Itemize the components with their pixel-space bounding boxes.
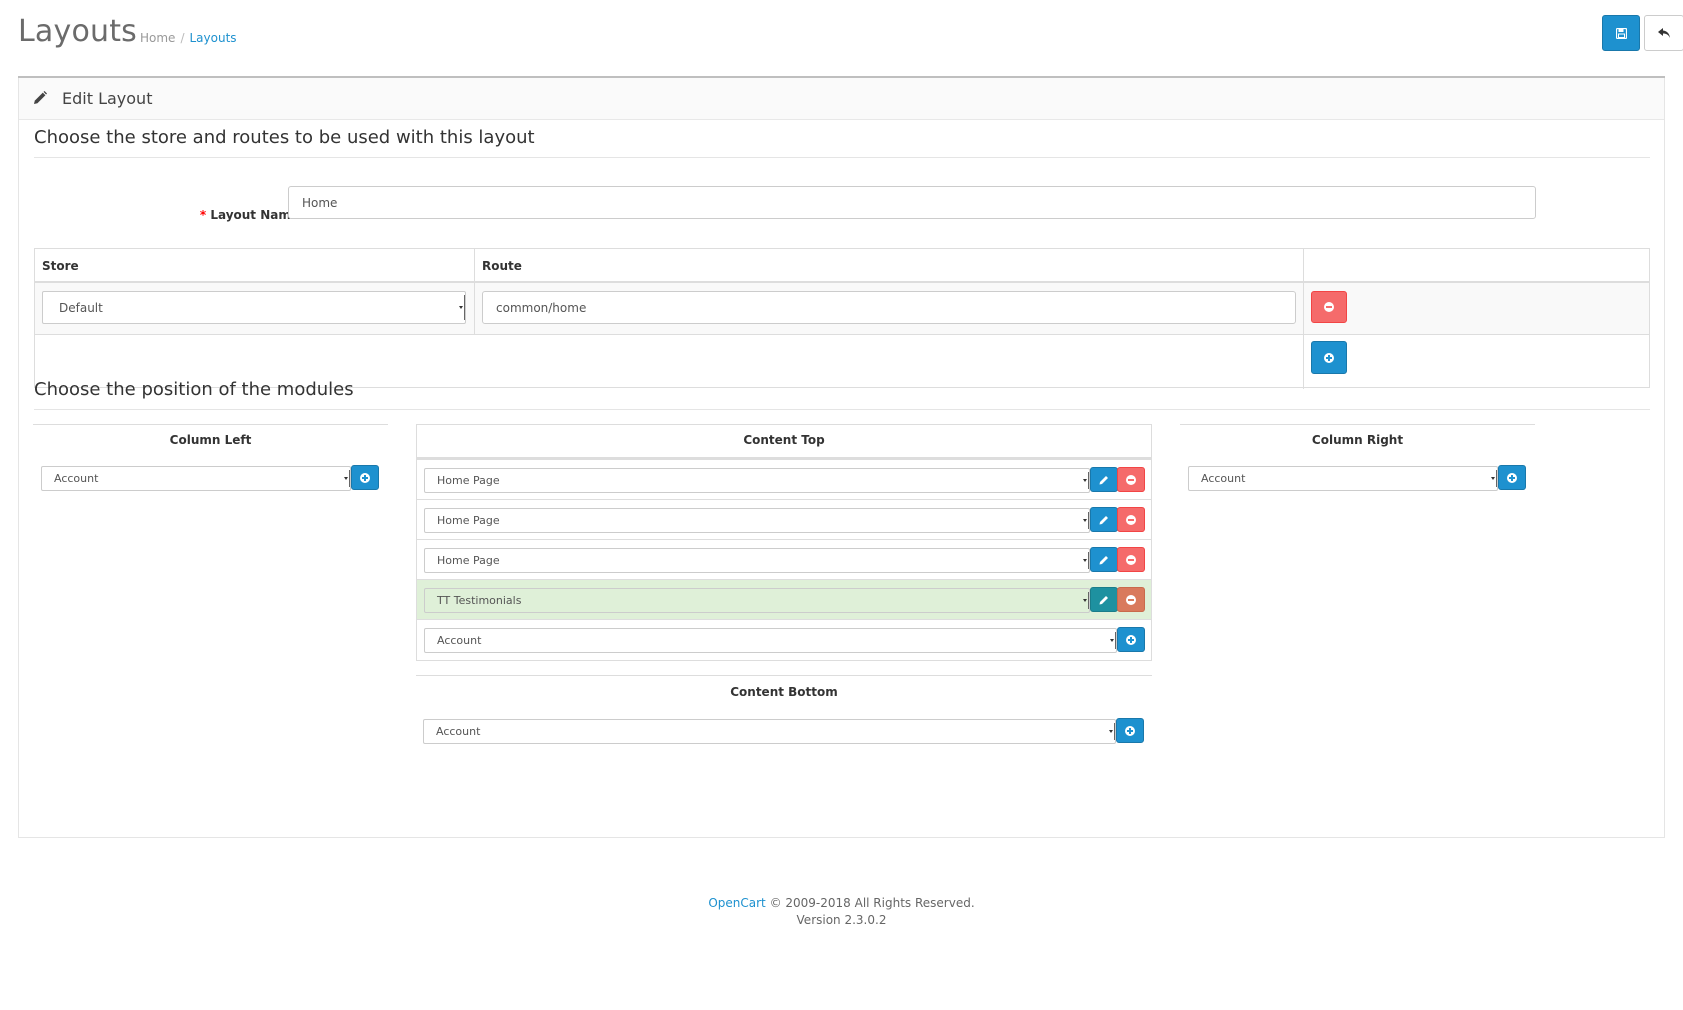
store-column-header: Store [42, 259, 79, 273]
remove-route-button[interactable] [1311, 291, 1347, 323]
column-left: Column Left Account [33, 424, 388, 494]
layout-name-input[interactable]: Home [288, 186, 1536, 219]
version-text: Version 2.3.0.2 [796, 913, 887, 927]
chevron-down-icon [1082, 472, 1089, 489]
minus-circle-icon [1126, 514, 1136, 525]
chevron-down-icon [1108, 723, 1115, 740]
content-top-module-row: Home Page [417, 459, 1151, 499]
route-table: Store Route Default common/home [34, 248, 1650, 389]
modules-section-title: Choose the position of the modules [34, 379, 1650, 410]
column-right: Column Right Account [1180, 424, 1535, 494]
remove-module-button[interactable] [1117, 507, 1145, 532]
plus-circle-icon [1507, 472, 1517, 483]
footer: OpenCart © 2009-2018 All Rights Reserved… [0, 895, 1683, 929]
add-route-button[interactable] [1311, 341, 1347, 374]
minus-circle-icon [1126, 554, 1136, 565]
remove-module-button[interactable] [1117, 467, 1145, 492]
content-top-module-select[interactable]: Home Page [424, 468, 1090, 493]
content-bottom-title: Content Bottom [730, 685, 838, 699]
content-top-module-select[interactable]: Home Page [424, 508, 1090, 533]
content-top-module-row-highlighted: TT Testimonials [417, 579, 1151, 619]
column-right-module-select[interactable]: Account [1188, 466, 1498, 491]
minus-circle-icon [1126, 594, 1136, 605]
chevron-down-icon [343, 470, 350, 487]
panel-heading: Edit Layout [19, 78, 1664, 120]
chevron-down-icon [1082, 512, 1089, 529]
column-left-module-select[interactable]: Account [41, 466, 351, 491]
column-left-add-button[interactable] [351, 465, 379, 490]
pencil-icon [1099, 595, 1108, 604]
chevron-down-icon [1490, 470, 1497, 487]
content-top-add-select[interactable]: Account [424, 628, 1117, 653]
plus-circle-icon [1125, 725, 1135, 736]
content-top-module-select[interactable]: TT Testimonials [424, 588, 1090, 613]
content-top-module-row: Home Page [417, 539, 1151, 579]
save-icon [1615, 27, 1627, 39]
page-header: Layouts Home / Layouts [18, 0, 1683, 78]
content-bottom-module-select[interactable]: Account [423, 719, 1116, 744]
minus-circle-icon [1126, 474, 1136, 485]
breadcrumb-home[interactable]: Home [140, 31, 175, 45]
table-row: Default common/home [35, 283, 1649, 335]
store-select[interactable]: Default [42, 291, 466, 324]
minus-circle-icon [1324, 302, 1334, 312]
content-top-add-button[interactable] [1117, 627, 1145, 652]
pencil-icon [1099, 555, 1108, 564]
breadcrumb: Home / Layouts [140, 31, 237, 45]
content-top-title: Content Top [743, 433, 825, 447]
edit-module-button[interactable] [1090, 547, 1118, 572]
chevron-down-icon [1082, 592, 1089, 609]
plus-circle-icon [1324, 352, 1334, 363]
pencil-icon [34, 91, 47, 104]
back-button[interactable] [1644, 15, 1683, 51]
chevron-down-icon [1082, 552, 1089, 569]
layout-name-label: * Layout Name [199, 208, 299, 222]
route-input[interactable]: common/home [482, 291, 1296, 324]
route-column-header: Route [482, 259, 522, 273]
page-title: Layouts [18, 14, 138, 49]
opencart-link[interactable]: OpenCart [708, 896, 765, 910]
edit-module-button[interactable] [1090, 467, 1118, 492]
column-left-title: Column Left [169, 433, 252, 447]
column-right-add-button[interactable] [1498, 465, 1526, 490]
chevron-down-icon [458, 295, 465, 320]
save-button[interactable] [1602, 15, 1640, 51]
content-top-module-select[interactable]: Home Page [424, 548, 1090, 573]
edit-module-button[interactable] [1090, 587, 1118, 612]
remove-module-button[interactable] [1117, 587, 1145, 612]
chevron-down-icon [1109, 632, 1116, 649]
routes-section-title: Choose the store and routes to be used w… [34, 127, 1650, 158]
edit-module-button[interactable] [1090, 507, 1118, 532]
reply-icon [1657, 27, 1670, 38]
content-top-add-row: Account [417, 619, 1151, 661]
panel-title: Edit Layout [62, 89, 153, 108]
plus-circle-icon [1126, 634, 1136, 645]
content-top-module-row: Home Page [417, 499, 1151, 539]
pencil-icon [1099, 515, 1108, 524]
pencil-icon [1099, 475, 1108, 484]
column-right-title: Column Right [1311, 433, 1404, 447]
remove-module-button[interactable] [1117, 547, 1145, 572]
content-bottom: Content Bottom Account [416, 675, 1152, 747]
content-top: Content Top Home Page Home Page Home Pag… [416, 424, 1152, 661]
route-table-header: Store Route [35, 249, 1649, 283]
plus-circle-icon [360, 472, 370, 483]
copyright-text: © 2009-2018 All Rights Reserved. [765, 896, 975, 910]
breadcrumb-layouts[interactable]: Layouts [189, 31, 236, 45]
content-bottom-add-button[interactable] [1116, 718, 1144, 743]
